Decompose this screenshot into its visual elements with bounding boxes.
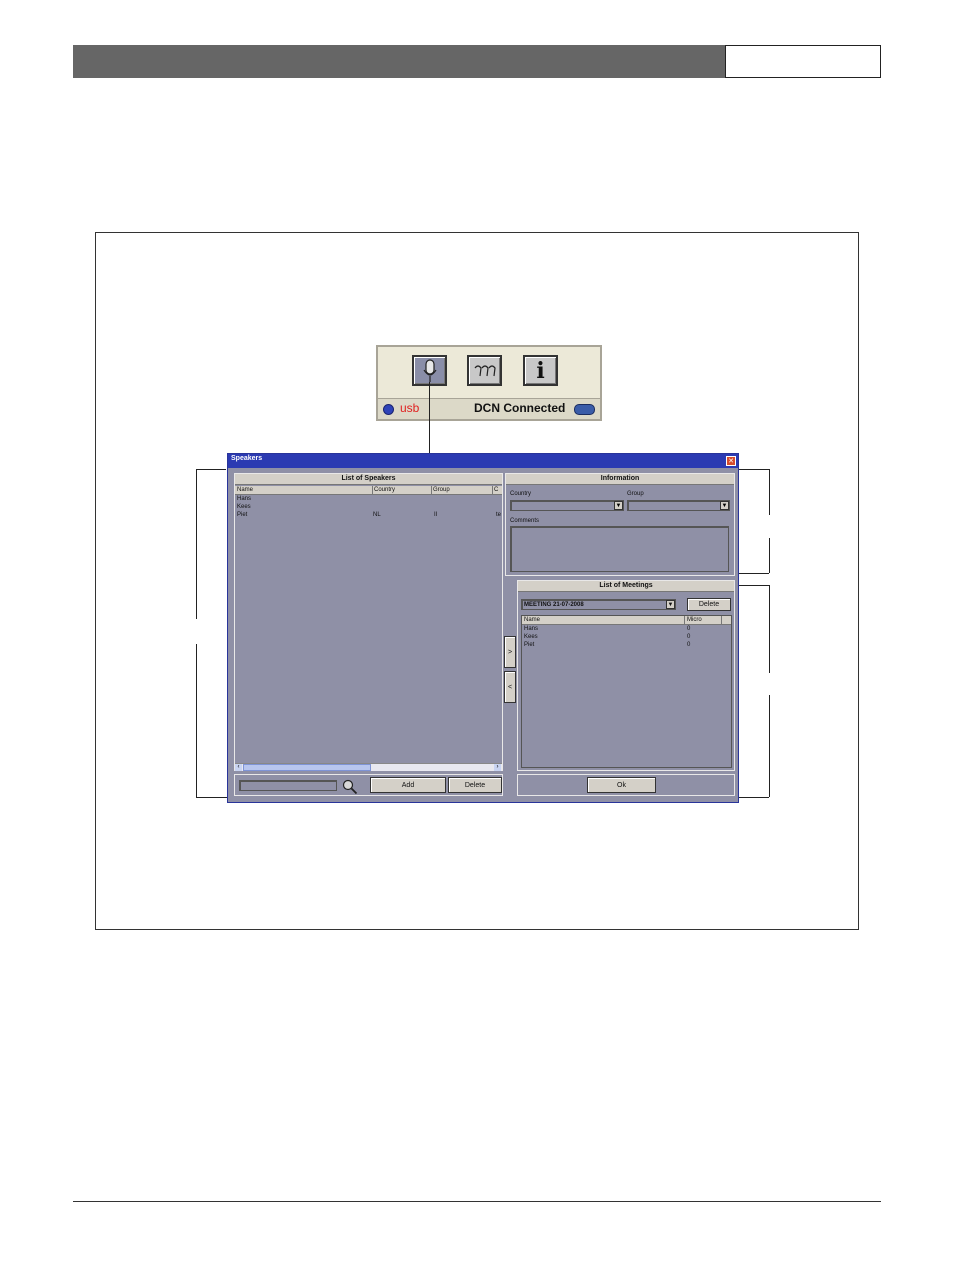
add-button[interactable]: Add [370,777,446,793]
ok-button[interactable]: Ok [587,777,656,793]
speakers-panel-title: List of Speakers [235,474,502,485]
status-bar: usb DCN Connected [378,398,600,419]
table-row[interactable]: Piet 0 [522,642,731,650]
column-header[interactable]: Group [431,486,450,494]
meetings-panel-title: List of Meetings [518,581,734,592]
cell-name: Piet [237,512,248,518]
table-row[interactable]: Kees [235,504,502,512]
group-label: Group [627,491,644,497]
search-icon[interactable] [342,779,358,795]
chevron-down-icon[interactable]: ▼ [614,501,623,510]
close-icon[interactable]: ✕ [726,456,736,466]
page-header-box [725,45,881,78]
cell-micro: 0 [687,642,691,648]
group-select[interactable]: ▼ [627,500,730,511]
cell-micro: 0 [687,626,691,632]
search-input[interactable] [239,780,337,791]
delete-meeting-button[interactable]: Delete [687,598,731,611]
cell-group: II [434,512,438,518]
comments-label: Comments [510,518,540,524]
column-header[interactable]: Micro [684,616,702,624]
cell-micro: 0 [687,634,691,640]
meeting-table-header: Name Micro [522,616,731,625]
column-header[interactable]: Name [237,486,253,494]
delete-speaker-button[interactable]: Delete [448,777,502,793]
speakers-panel: List of Speakers Name Country Group C Ha… [234,473,503,771]
speakers-rows: Hans Kees Piet NL II te [235,496,502,520]
column-header[interactable]: C [492,486,498,494]
microphone-icon [422,358,437,382]
cell-name: Kees [237,504,251,510]
move-left-button[interactable]: < [504,671,516,703]
toolbar-buttons: i [378,347,600,397]
cell-name: Kees [524,634,538,640]
callout-tick [196,469,226,470]
scrollbar-thumb[interactable] [243,764,371,771]
scroll-right-icon[interactable]: › [494,764,501,771]
meeting-table: Name Micro Hans 0 Kees 0 Piet 0 [521,615,732,768]
cell-name: Hans [237,496,252,502]
chevron-down-icon[interactable]: ▼ [666,600,675,609]
callout-bracket-right-4 [769,695,770,797]
info-button[interactable]: i [523,355,558,386]
usb-label: usb [400,401,420,415]
info-icon: i [536,357,545,384]
column-header[interactable]: Name [524,616,540,624]
window-titlebar[interactable]: Speakers ✕ [228,454,738,468]
meeting-select[interactable]: MEETING 21-07-2008 ▼ [521,599,676,610]
country-select[interactable]: ▼ [510,500,624,511]
information-panel: Information Country ▼ Group ▼ Comments [505,473,735,576]
delegates-icon [474,364,496,376]
cell-name: Piet [524,642,535,648]
speakers-window: Speakers ✕ List of Speakers Name Country… [227,453,739,803]
column-divider [721,616,722,624]
page-header-bar [73,45,725,78]
scroll-left-icon[interactable]: ‹ [235,764,242,771]
table-row[interactable]: Hans [235,496,502,504]
callout-line [429,382,430,454]
page-footer-rule [73,1201,881,1202]
horizontal-scrollbar[interactable]: ‹ › [235,763,502,771]
callout-bracket-left-upper [196,469,197,619]
table-row[interactable]: Hans 0 [522,626,731,634]
country-label: Country [510,491,532,497]
meetings-panel: List of Meetings MEETING 21-07-2008 ▼ De… [517,580,735,771]
cell-name: Hans [524,626,539,632]
table-row[interactable]: Kees 0 [522,634,731,642]
column-header[interactable]: Country [372,486,395,494]
information-panel-title: Information [506,474,734,485]
callout-bracket-right-1 [769,469,770,515]
callout-bracket-left-lower [196,644,197,797]
usb-status-icon [383,404,394,415]
meeting-select-value: MEETING 21-07-2008 [524,602,584,608]
dcn-status-label: DCN Connected [474,401,566,415]
callout-bracket-right-2 [769,538,770,573]
connection-icon [574,404,595,415]
delegates-button[interactable] [467,355,502,386]
toolbar: i usb DCN Connected [376,345,602,421]
meetings-toolbar: Ok [517,774,735,796]
window-title: Speakers [231,455,263,462]
move-right-button[interactable]: > [504,636,516,668]
table-row[interactable]: Piet NL II te [235,512,502,520]
chevron-down-icon[interactable]: ▼ [720,501,729,510]
speakers-toolbar: Add Delete [234,774,503,796]
cell-country: NL [373,512,381,518]
speakers-table-header: Name Country Group C [235,486,502,495]
comments-field[interactable] [510,526,729,572]
callout-bracket-right-3 [769,585,770,673]
cell-extra: te [496,512,502,518]
